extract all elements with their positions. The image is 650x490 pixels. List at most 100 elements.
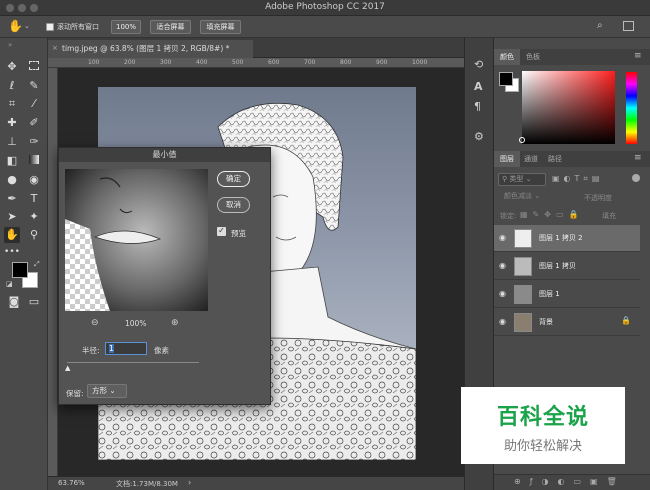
zoom-tool-icon[interactable]: ⚲ <box>26 227 42 243</box>
paragraph-panel-icon[interactable]: ¶ <box>474 100 481 113</box>
close-tab-icon[interactable]: × <box>52 40 58 57</box>
radius-slider-track[interactable] <box>67 362 199 363</box>
properties-panel-icon[interactable]: ⚙ <box>474 130 484 143</box>
edit-toolbar-icon[interactable]: ••• <box>4 244 20 260</box>
quick-selection-tool-icon[interactable]: ✎ <box>26 78 42 94</box>
dialog-title: 最小值 <box>59 148 270 162</box>
healing-brush-tool-icon[interactable]: ✚ <box>4 115 20 131</box>
blend-mode-select[interactable]: 颜色减淡 ⌄ <box>498 191 570 204</box>
eyedropper-tool-icon[interactable]: ⁄ <box>26 96 42 112</box>
radius-input[interactable]: 1 <box>105 342 147 355</box>
shape-tool-icon[interactable]: ✦ <box>26 209 42 225</box>
workspace-icon[interactable] <box>623 21 634 31</box>
toolbox: » ✥ ℓ ✎ ⌗ ⁄ ✚ ✐ ⊥ ✑ ◧ ● ◉ ✒ T ➤ ✦ ✋ ⚲ ••… <box>0 38 48 490</box>
preview-zoom-level: 100% <box>125 319 147 328</box>
layer-name[interactable]: 图层 1 拷贝 2 <box>539 233 583 243</box>
move-tool-icon[interactable]: ✥ <box>4 59 20 75</box>
ruler-tick-label: 800 <box>340 59 352 66</box>
ruler-tick-label: 500 <box>232 59 244 66</box>
visibility-eye-icon[interactable]: ◉ <box>499 233 506 242</box>
layer-row[interactable]: ◉ 图层 1 <box>494 281 640 308</box>
blur-tool-icon[interactable]: ● <box>4 172 20 188</box>
fill-screen-button[interactable]: 填充屏幕 <box>200 20 241 34</box>
tool-preset-chevron-icon[interactable]: ⌄ <box>24 22 30 30</box>
status-menu-arrow-icon[interactable]: › <box>188 478 191 487</box>
search-icon[interactable]: ⌕ <box>597 20 603 31</box>
horizontal-ruler: 100 200 300 400 500 600 700 800 900 1000 <box>48 58 464 68</box>
default-colors-icon[interactable]: ◪ <box>6 280 13 288</box>
panel-menu-icon[interactable]: ≡ <box>634 51 642 61</box>
eraser-tool-icon[interactable]: ◧ <box>4 153 20 169</box>
path-selection-tool-icon[interactable]: ➤ <box>4 209 20 225</box>
document-info[interactable]: 文档:1.73M/8.30M <box>116 479 178 489</box>
layer-filter-select[interactable]: ⚲ 类型 ⌄ <box>498 173 546 186</box>
scroll-all-windows-checkbox[interactable] <box>46 23 54 31</box>
gradient-tool-icon[interactable] <box>26 153 42 169</box>
character-panel-icon[interactable]: A <box>474 80 483 93</box>
visibility-eye-icon[interactable]: ◉ <box>499 289 506 298</box>
layers-panel-tabs: 图层 通道 路径 ≡ <box>494 151 650 167</box>
layer-filter-icons[interactable]: ▣◐T⌗▤ <box>552 174 604 184</box>
document-tab-title: timg.jpeg @ 63.8% (图层 1 拷贝 2, RGB/8#) * <box>62 44 230 53</box>
type-tool-icon[interactable]: T <box>26 191 42 207</box>
lock-options-icons[interactable]: ▦✎✥▭🔒 <box>520 210 583 219</box>
layer-row[interactable]: ◉ 图层 1 拷贝 <box>494 253 640 280</box>
cancel-button[interactable]: 取消 <box>217 197 250 213</box>
tab-swatches[interactable]: 色板 <box>520 49 546 65</box>
radius-label: 半径: <box>82 346 100 355</box>
crop-tool-icon[interactable]: ⌗ <box>4 96 20 112</box>
blend-mode-value: 颜色减淡 <box>504 192 532 200</box>
clone-stamp-tool-icon[interactable]: ⊥ <box>4 134 20 150</box>
hand-tool-icon[interactable]: ✋ <box>4 227 20 243</box>
filter-toggle-icon[interactable] <box>632 174 640 182</box>
history-panel-icon[interactable]: ⟲ <box>474 58 483 71</box>
dodge-tool-icon[interactable]: ◉ <box>26 172 42 188</box>
history-brush-tool-icon[interactable]: ✑ <box>26 134 42 150</box>
zoom-100-button[interactable]: 100% <box>111 20 141 34</box>
layers-menu-icon[interactable]: ≡ <box>634 153 642 163</box>
ruler-tick-label: 400 <box>196 59 208 66</box>
hand-tool-icon[interactable]: ✋ <box>8 19 23 33</box>
ok-button[interactable]: 确定 <box>217 171 250 187</box>
radius-unit: 像素 <box>154 346 169 355</box>
document-tab-bar: × timg.jpeg @ 63.8% (图层 1 拷贝 2, RGB/8#) … <box>48 38 464 58</box>
layer-name[interactable]: 图层 1 <box>539 289 560 299</box>
minimum-filter-dialog: 最小值 确定 取消 ✓ 预览 ⊖ 100% ⊕ 半径: 1 像素 ▲ 保留: 方… <box>58 147 271 405</box>
lasso-tool-icon[interactable]: ℓ <box>4 78 20 94</box>
layer-name[interactable]: 图层 1 拷贝 <box>539 261 576 271</box>
visibility-eye-icon[interactable]: ◉ <box>499 261 506 270</box>
tab-layers[interactable]: 图层 <box>494 151 520 167</box>
marquee-tool-icon[interactable] <box>26 59 42 75</box>
radius-slider-thumb[interactable]: ▲ <box>65 364 70 372</box>
color-picker-cursor[interactable] <box>519 137 525 143</box>
color-spectrum-field[interactable] <box>519 71 615 144</box>
panel-foreground-swatch[interactable] <box>499 72 513 86</box>
fit-screen-button[interactable]: 适合屏幕 <box>150 20 191 34</box>
screen-mode-icon[interactable]: ▭ <box>26 294 42 310</box>
toolbox-collapse-icon[interactable]: » <box>8 41 12 49</box>
foreground-color-swatch[interactable] <box>12 262 28 278</box>
scroll-all-windows-label: 滚动所有窗口 <box>57 23 99 31</box>
tab-paths[interactable]: 路径 <box>542 151 568 167</box>
swap-colors-icon[interactable]: ⤢ <box>34 260 40 269</box>
layers-footer-icons[interactable]: ⊕ƒ◑◐▭▣🗑 <box>514 477 626 486</box>
preview-checkbox[interactable]: ✓ <box>217 227 226 236</box>
hue-slider[interactable] <box>626 72 637 144</box>
visibility-eye-icon[interactable]: ◉ <box>499 317 506 326</box>
layer-name[interactable]: 背景 <box>539 317 553 327</box>
zoom-out-icon[interactable]: ⊖ <box>91 318 99 328</box>
tab-color[interactable]: 颜色 <box>494 49 520 65</box>
fill-label: 填充 <box>602 212 616 220</box>
layer-row[interactable]: ◉ 图层 1 拷贝 2 <box>494 225 640 252</box>
preserve-select[interactable]: 方形 ⌄ <box>87 384 127 398</box>
document-tab[interactable]: × timg.jpeg @ 63.8% (图层 1 拷贝 2, RGB/8#) … <box>48 40 253 58</box>
pen-tool-icon[interactable]: ✒ <box>4 191 20 207</box>
zoom-status[interactable]: 63.76% <box>58 479 85 487</box>
quick-mask-icon[interactable]: ◙ <box>6 294 22 310</box>
filter-preview[interactable] <box>65 169 208 311</box>
lock-icon: 🔒 <box>621 316 631 325</box>
layer-row[interactable]: ◉ 背景 🔒 <box>494 309 640 336</box>
tab-channels[interactable]: 通道 <box>518 151 544 167</box>
zoom-in-icon[interactable]: ⊕ <box>171 318 179 328</box>
brush-tool-icon[interactable]: ✐ <box>26 115 42 131</box>
